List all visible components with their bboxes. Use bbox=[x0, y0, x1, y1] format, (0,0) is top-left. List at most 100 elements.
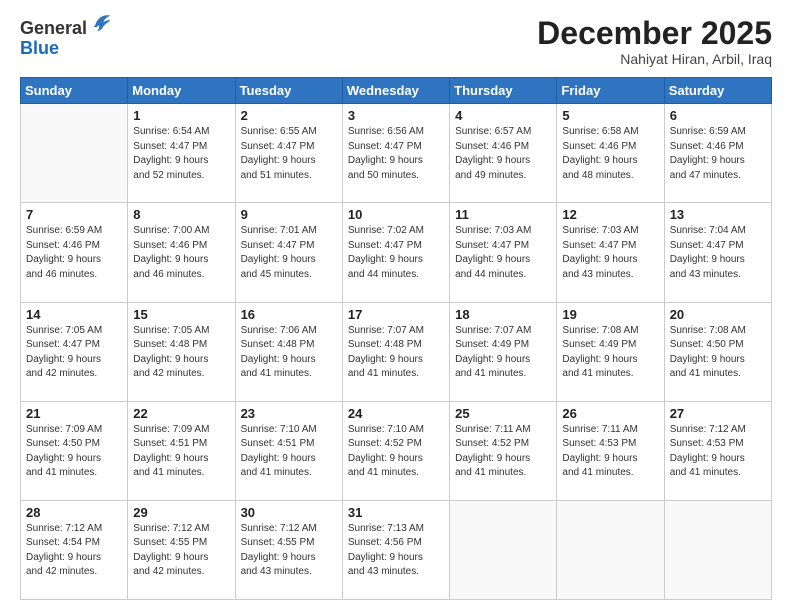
day-number: 9 bbox=[241, 207, 337, 222]
day-number: 24 bbox=[348, 406, 444, 421]
calendar-table: SundayMondayTuesdayWednesdayThursdayFrid… bbox=[20, 77, 772, 600]
col-header-monday: Monday bbox=[128, 78, 235, 104]
col-header-thursday: Thursday bbox=[450, 78, 557, 104]
day-detail: Sunrise: 7:11 AMSunset: 4:53 PMDaylight:… bbox=[562, 423, 658, 481]
day-detail: Sunrise: 7:13 AMSunset: 4:56 PMDaylight:… bbox=[348, 522, 444, 580]
day-detail: Sunrise: 7:05 AMSunset: 4:48 PMDaylight:… bbox=[133, 324, 229, 382]
day-cell: 23Sunrise: 7:10 AMSunset: 4:51 PMDayligh… bbox=[235, 401, 342, 500]
location-subtitle: Nahiyat Hiran, Arbil, Iraq bbox=[537, 51, 772, 67]
day-number: 23 bbox=[241, 406, 337, 421]
day-cell: 11 Sunrise: 7:03 AMSunset: 4:47 PMDayligh… bbox=[450, 203, 557, 302]
logo-general: General bbox=[20, 18, 87, 38]
week-row-3: 14 Sunrise: 7:05 AMSunset: 4:47 PMDayligh… bbox=[21, 302, 772, 401]
day-detail: Sunrise: 6:54 AMSunset: 4:47 PMDaylight:… bbox=[133, 125, 229, 183]
day-number: 29 bbox=[133, 505, 229, 520]
day-number: 15 bbox=[133, 307, 229, 322]
day-cell: 28Sunrise: 7:12 AMSunset: 4:54 PMDayligh… bbox=[21, 500, 128, 599]
day-cell: 8 Sunrise: 7:00 AMSunset: 4:46 PMDaylight… bbox=[128, 203, 235, 302]
col-header-friday: Friday bbox=[557, 78, 664, 104]
day-detail: Sunrise: 7:04 AMSunset: 4:47 PMDaylight:… bbox=[670, 224, 766, 282]
day-cell bbox=[450, 500, 557, 599]
day-number: 25 bbox=[455, 406, 551, 421]
day-number: 22 bbox=[133, 406, 229, 421]
week-row-5: 28Sunrise: 7:12 AMSunset: 4:54 PMDayligh… bbox=[21, 500, 772, 599]
day-detail: Sunrise: 7:03 AMSunset: 4:47 PMDaylight:… bbox=[455, 224, 551, 282]
day-number: 1 bbox=[133, 108, 229, 123]
day-detail: Sunrise: 7:07 AMSunset: 4:49 PMDaylight:… bbox=[455, 324, 551, 382]
day-detail: Sunrise: 7:02 AMSunset: 4:47 PMDaylight:… bbox=[348, 224, 444, 282]
day-cell: 5Sunrise: 6:58 AMSunset: 4:46 PMDaylight… bbox=[557, 104, 664, 203]
day-number: 16 bbox=[241, 307, 337, 322]
day-cell: 26 Sunrise: 7:11 AMSunset: 4:53 PMDayligh… bbox=[557, 401, 664, 500]
col-header-tuesday: Tuesday bbox=[235, 78, 342, 104]
day-number: 13 bbox=[670, 207, 766, 222]
day-detail: Sunrise: 7:03 AMSunset: 4:47 PMDaylight:… bbox=[562, 224, 658, 282]
week-row-1: 1 Sunrise: 6:54 AMSunset: 4:47 PMDaylight… bbox=[21, 104, 772, 203]
col-header-sunday: Sunday bbox=[21, 78, 128, 104]
day-detail: Sunrise: 7:00 AMSunset: 4:46 PMDaylight:… bbox=[133, 224, 229, 282]
day-cell: 7 Sunrise: 6:59 AMSunset: 4:46 PMDaylight… bbox=[21, 203, 128, 302]
day-detail: Sunrise: 6:59 AMSunset: 4:46 PMDaylight:… bbox=[26, 224, 122, 282]
day-detail: Sunrise: 7:07 AMSunset: 4:48 PMDaylight:… bbox=[348, 324, 444, 382]
day-detail: Sunrise: 6:56 AMSunset: 4:47 PMDaylight:… bbox=[348, 125, 444, 183]
day-number: 31 bbox=[348, 505, 444, 520]
day-detail: Sunrise: 7:12 AMSunset: 4:55 PMDaylight:… bbox=[133, 522, 229, 580]
week-row-4: 21Sunrise: 7:09 AMSunset: 4:50 PMDayligh… bbox=[21, 401, 772, 500]
day-cell: 3 Sunrise: 6:56 AMSunset: 4:47 PMDaylight… bbox=[342, 104, 449, 203]
day-cell: 12 Sunrise: 7:03 AMSunset: 4:47 PMDayligh… bbox=[557, 203, 664, 302]
day-cell: 13 Sunrise: 7:04 AMSunset: 4:47 PMDayligh… bbox=[664, 203, 771, 302]
day-number: 30 bbox=[241, 505, 337, 520]
logo-text: General Blue bbox=[20, 16, 112, 59]
day-detail: Sunrise: 7:09 AMSunset: 4:50 PMDaylight:… bbox=[26, 423, 122, 481]
day-number: 26 bbox=[562, 406, 658, 421]
day-detail: Sunrise: 6:59 AMSunset: 4:46 PMDaylight:… bbox=[670, 125, 766, 183]
day-number: 4 bbox=[455, 108, 551, 123]
day-cell: 20Sunrise: 7:08 AMSunset: 4:50 PMDayligh… bbox=[664, 302, 771, 401]
day-detail: Sunrise: 7:12 AMSunset: 4:54 PMDaylight:… bbox=[26, 522, 122, 580]
col-header-saturday: Saturday bbox=[664, 78, 771, 104]
day-cell: 21Sunrise: 7:09 AMSunset: 4:50 PMDayligh… bbox=[21, 401, 128, 500]
day-detail: Sunrise: 7:11 AMSunset: 4:52 PMDaylight:… bbox=[455, 423, 551, 481]
day-cell: 19Sunrise: 7:08 AMSunset: 4:49 PMDayligh… bbox=[557, 302, 664, 401]
day-number: 10 bbox=[348, 207, 444, 222]
day-cell: 4Sunrise: 6:57 AMSunset: 4:46 PMDaylight… bbox=[450, 104, 557, 203]
day-detail: Sunrise: 7:05 AMSunset: 4:47 PMDaylight:… bbox=[26, 324, 122, 382]
day-number: 18 bbox=[455, 307, 551, 322]
day-cell: 29 Sunrise: 7:12 AMSunset: 4:55 PMDayligh… bbox=[128, 500, 235, 599]
header: General Blue December 2025 Nahiyat Hiran… bbox=[20, 16, 772, 67]
day-detail: Sunrise: 7:12 AMSunset: 4:55 PMDaylight:… bbox=[241, 522, 337, 580]
day-number: 11 bbox=[455, 207, 551, 222]
day-cell bbox=[664, 500, 771, 599]
day-number: 7 bbox=[26, 207, 122, 222]
logo: General Blue bbox=[20, 16, 112, 59]
day-cell: 27 Sunrise: 7:12 AMSunset: 4:53 PMDayligh… bbox=[664, 401, 771, 500]
day-cell: 24Sunrise: 7:10 AMSunset: 4:52 PMDayligh… bbox=[342, 401, 449, 500]
day-detail: Sunrise: 7:09 AMSunset: 4:51 PMDaylight:… bbox=[133, 423, 229, 481]
day-detail: Sunrise: 7:08 AMSunset: 4:50 PMDaylight:… bbox=[670, 324, 766, 382]
day-cell: 2Sunrise: 6:55 AMSunset: 4:47 PMDaylight… bbox=[235, 104, 342, 203]
day-cell: 30 Sunrise: 7:12 AMSunset: 4:55 PMDayligh… bbox=[235, 500, 342, 599]
day-cell bbox=[557, 500, 664, 599]
day-number: 6 bbox=[670, 108, 766, 123]
day-detail: Sunrise: 7:12 AMSunset: 4:53 PMDaylight:… bbox=[670, 423, 766, 481]
day-cell: 9 Sunrise: 7:01 AMSunset: 4:47 PMDaylight… bbox=[235, 203, 342, 302]
day-number: 8 bbox=[133, 207, 229, 222]
day-number: 12 bbox=[562, 207, 658, 222]
day-cell: 22 Sunrise: 7:09 AMSunset: 4:51 PMDayligh… bbox=[128, 401, 235, 500]
logo-blue: Blue bbox=[20, 38, 59, 58]
day-number: 27 bbox=[670, 406, 766, 421]
day-detail: Sunrise: 7:06 AMSunset: 4:48 PMDaylight:… bbox=[241, 324, 337, 382]
page: General Blue December 2025 Nahiyat Hiran… bbox=[0, 0, 792, 612]
calendar-header-row: SundayMondayTuesdayWednesdayThursdayFrid… bbox=[21, 78, 772, 104]
day-detail: Sunrise: 6:55 AMSunset: 4:47 PMDaylight:… bbox=[241, 125, 337, 183]
day-cell: 1 Sunrise: 6:54 AMSunset: 4:47 PMDaylight… bbox=[128, 104, 235, 203]
day-number: 14 bbox=[26, 307, 122, 322]
day-cell: 31 Sunrise: 7:13 AMSunset: 4:56 PMDayligh… bbox=[342, 500, 449, 599]
day-cell bbox=[21, 104, 128, 203]
day-number: 3 bbox=[348, 108, 444, 123]
day-cell: 16 Sunrise: 7:06 AMSunset: 4:48 PMDayligh… bbox=[235, 302, 342, 401]
day-cell: 10 Sunrise: 7:02 AMSunset: 4:47 PMDayligh… bbox=[342, 203, 449, 302]
day-detail: Sunrise: 7:01 AMSunset: 4:47 PMDaylight:… bbox=[241, 224, 337, 282]
month-title: December 2025 bbox=[537, 16, 772, 51]
day-detail: Sunrise: 6:58 AMSunset: 4:46 PMDaylight:… bbox=[562, 125, 658, 183]
